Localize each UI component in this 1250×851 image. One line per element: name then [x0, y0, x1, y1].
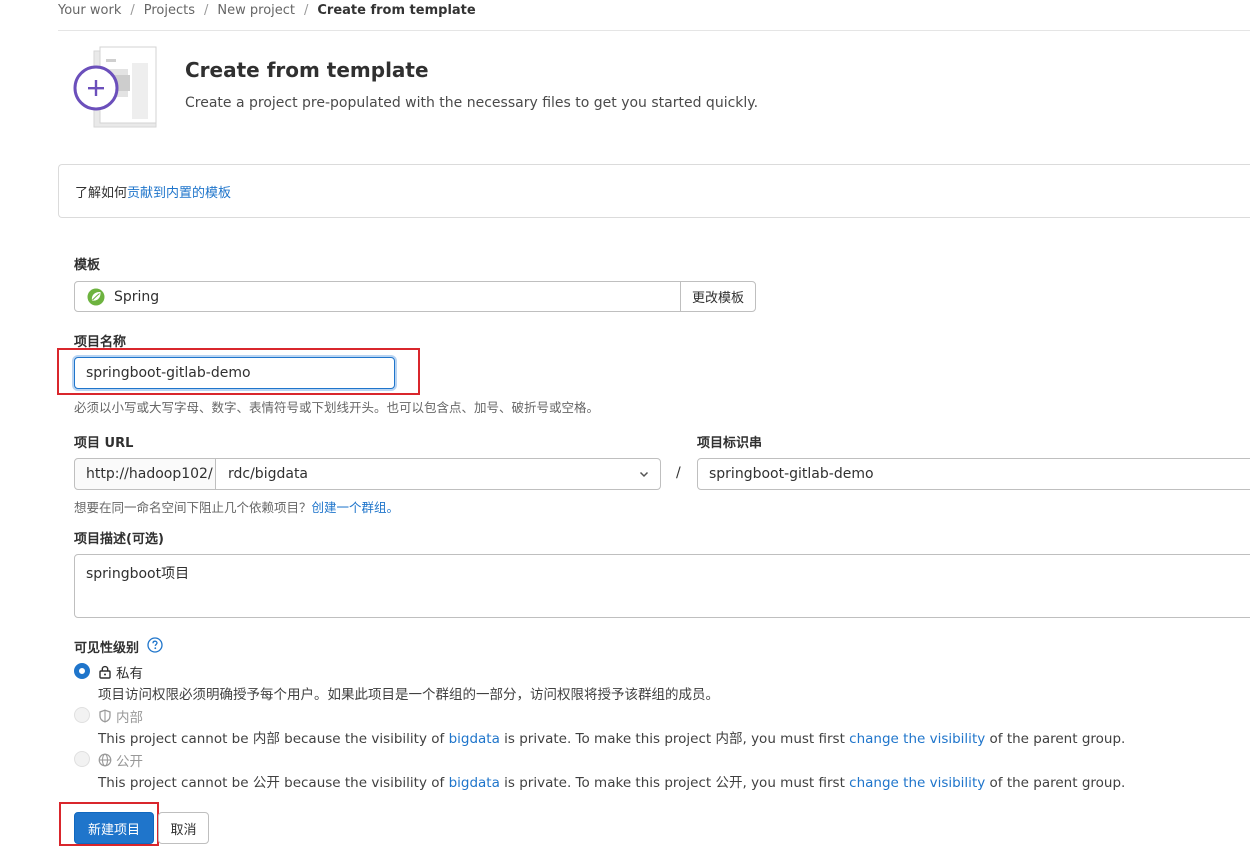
project-url-help: 想要在同一命名空间下阻止几个依赖项目？创建一个群组。	[74, 497, 399, 516]
contribute-templates-link[interactable]: 贡献到内置的模板	[127, 182, 231, 201]
desc-text: of the parent group.	[985, 775, 1126, 791]
info-alert: 了解如何 贡献到内置的模板	[58, 164, 1250, 218]
breadcrumb: Your work / Projects / New project / Cre…	[58, 0, 476, 20]
divider	[58, 30, 1250, 31]
shield-icon	[99, 709, 111, 723]
project-description-textarea[interactable]: springboot项目	[74, 554, 1250, 618]
bigdata-group-link[interactable]: bigdata	[449, 731, 500, 747]
visibility-private-label[interactable]: 私有	[98, 662, 143, 682]
desc-text: is private. To make this project 内部, you…	[499, 731, 850, 747]
lock-icon	[99, 665, 111, 679]
visibility-private-radio[interactable]	[74, 663, 90, 679]
info-text: 了解如何	[75, 185, 128, 201]
url-prefix: http://hadoop102/	[74, 458, 216, 490]
template-label: 模板	[74, 258, 101, 273]
visibility-public-description: This project cannot be 公开 because the vi…	[98, 771, 1125, 791]
desc-text: This project cannot be 公开 because the vi…	[98, 775, 449, 791]
page-subtitle: Create a project pre-populated with the …	[185, 95, 759, 111]
template-illustration-icon	[73, 46, 157, 128]
description-label: 项目描述(可选)	[74, 532, 164, 547]
visibility-internal-description: This project cannot be 内部 because the vi…	[98, 727, 1125, 747]
visibility-internal-text: 内部	[116, 710, 143, 726]
visibility-public-text: 公开	[116, 754, 143, 770]
namespace-select[interactable]: rdc/bigdata	[215, 458, 661, 490]
bigdata-group-link[interactable]: bigdata	[449, 775, 500, 791]
desc-text: of the parent group.	[985, 731, 1126, 747]
project-slug-input[interactable]	[697, 458, 1250, 490]
project-url-label: 项目 URL	[74, 436, 134, 451]
visibility-private-description: 项目访问权限必须明确授予每个用户。如果此项目是一个群组的一部分，访问权限将授予该…	[98, 687, 719, 703]
template-name: Spring	[114, 288, 160, 305]
create-group-link[interactable]: 创建一个群组。	[312, 500, 400, 515]
desc-text: is private. To make this project 公开, you…	[499, 775, 850, 791]
breadcrumb-separator: /	[204, 2, 209, 18]
project-name-label: 项目名称	[74, 335, 127, 350]
change-template-button[interactable]: 更改模板	[680, 281, 756, 312]
template-selected-field: Spring	[74, 281, 681, 312]
create-project-button[interactable]: 新建项目	[74, 812, 154, 844]
change-visibility-link[interactable]: change the visibility	[849, 775, 985, 791]
chevron-down-icon	[639, 471, 649, 478]
breadcrumb-projects[interactable]: Projects	[144, 3, 195, 18]
visibility-internal-radio[interactable]	[74, 707, 90, 723]
change-visibility-link[interactable]: change the visibility	[849, 731, 985, 747]
desc-text: This project cannot be 内部 because the vi…	[98, 731, 449, 747]
project-slug-label: 项目标识串	[697, 436, 763, 451]
visibility-public-label: 公开	[98, 750, 143, 770]
visibility-private-text: 私有	[116, 666, 143, 682]
breadcrumb-separator: /	[130, 2, 135, 18]
project-name-help: 必须以小写或大写字母、数字、表情符号或下划线开头。也可以包含点、加号、破折号或空…	[74, 400, 600, 415]
earth-icon	[98, 753, 112, 767]
project-name-input[interactable]	[74, 357, 395, 389]
cancel-button[interactable]: 取消	[158, 812, 209, 844]
url-separator: /	[676, 465, 681, 481]
visibility-public-radio[interactable]	[74, 751, 90, 767]
page-title: Create from template	[185, 58, 429, 82]
breadcrumb-current[interactable]: Create from template	[317, 3, 475, 18]
namespace-value: rdc/bigdata	[228, 466, 309, 482]
breadcrumb-your-work[interactable]: Your work	[58, 3, 121, 18]
visibility-label: 可见性级别	[74, 641, 140, 656]
spring-leaf-icon	[87, 288, 105, 305]
project-url-help-text: 想要在同一命名空间下阻止几个依赖项目？	[74, 500, 312, 515]
visibility-internal-label: 内部	[98, 706, 143, 726]
breadcrumb-new-project[interactable]: New project	[217, 3, 295, 18]
breadcrumb-separator: /	[304, 2, 309, 18]
question-circle-icon[interactable]	[147, 637, 163, 653]
